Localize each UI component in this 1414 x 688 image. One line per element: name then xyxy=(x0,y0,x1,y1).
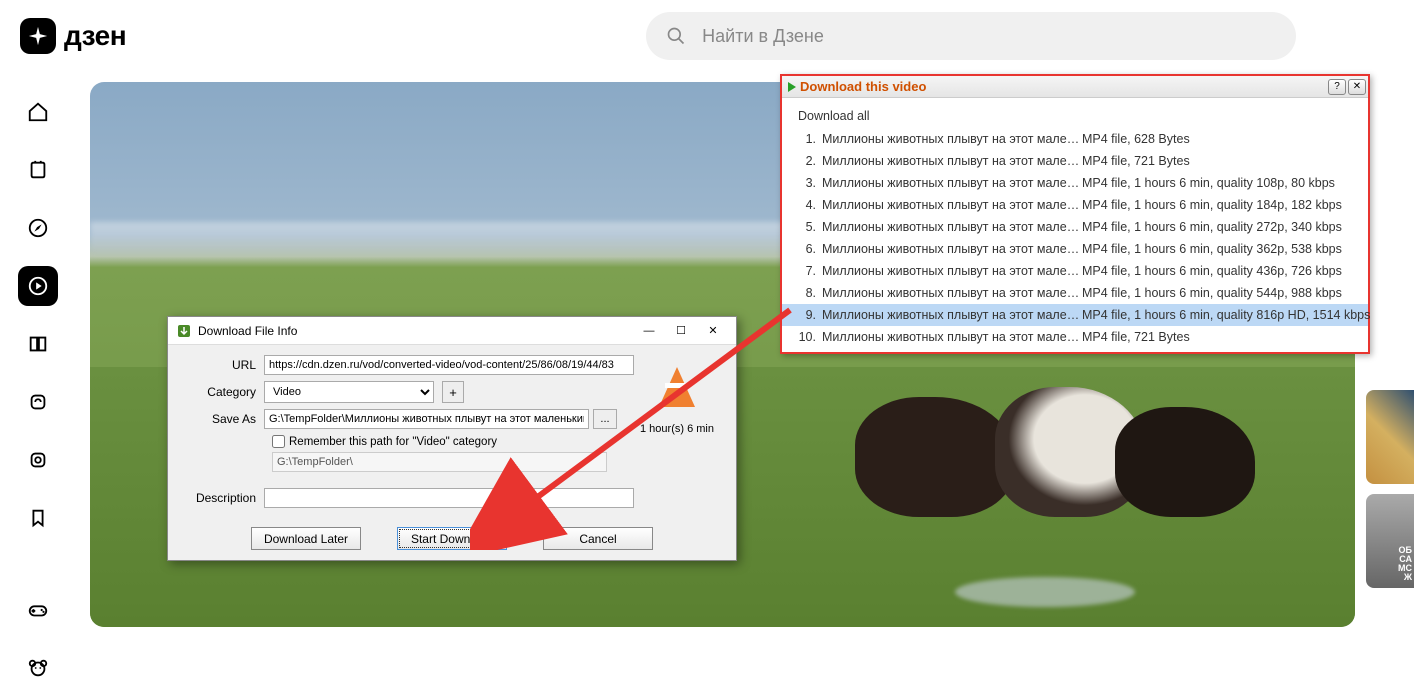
idm-list-item[interactable]: 3.Миллионы животных плывут на этот мален… xyxy=(782,172,1368,194)
sidebar-home[interactable] xyxy=(18,92,58,132)
sidebar-news[interactable] xyxy=(18,150,58,190)
start-download-button[interactable]: Start Download xyxy=(397,527,507,550)
idm-popup-title: Download this video xyxy=(800,79,1326,94)
cancel-button[interactable]: Cancel xyxy=(543,527,653,550)
close-button[interactable]: ✕ xyxy=(698,321,728,341)
idm-list-item[interactable]: 2.Миллионы животных плывут на этот мален… xyxy=(782,150,1368,172)
sidebar-shorts[interactable] xyxy=(18,440,58,480)
category-label: Category xyxy=(180,385,264,399)
play-icon xyxy=(788,82,796,92)
sidebar-kids[interactable] xyxy=(18,648,58,688)
sidebar-explore[interactable] xyxy=(18,208,58,248)
search-placeholder: Найти в Дзене xyxy=(702,26,824,47)
idm-close-button[interactable]: ✕ xyxy=(1348,79,1366,95)
idm-download-all[interactable]: Download all xyxy=(782,102,1368,128)
sidebar-games[interactable] xyxy=(18,590,58,630)
video-content-herd xyxy=(855,357,1315,537)
saveas-input[interactable] xyxy=(264,409,589,429)
idm-popup-titlebar: Download this video ? ✕ xyxy=(782,76,1368,98)
idm-list-item[interactable]: 7.Миллионы животных плывут на этот мален… xyxy=(782,260,1368,282)
logo[interactable]: дзен xyxy=(20,18,126,54)
minimize-button[interactable]: — xyxy=(634,321,664,341)
idm-list-item[interactable]: 5.Миллионы животных плывут на этот мален… xyxy=(782,216,1368,238)
idm-list-item[interactable]: 10.Миллионы животных плывут на этот мале… xyxy=(782,326,1368,348)
browse-button[interactable]: ... xyxy=(593,409,617,429)
description-label: Description xyxy=(180,491,264,505)
remember-checkbox[interactable] xyxy=(272,435,285,448)
thumb-1[interactable] xyxy=(1366,390,1414,484)
idm-list-item[interactable]: 8.Миллионы животных плывут на этот мален… xyxy=(782,282,1368,304)
search-icon xyxy=(666,26,686,46)
saveas-label: Save As xyxy=(180,412,264,426)
url-input[interactable] xyxy=(264,355,634,375)
sidebar-video[interactable] xyxy=(18,266,58,306)
dialog-titlebar: Download File Info — ☐ ✕ xyxy=(168,317,736,345)
thumb-2[interactable] xyxy=(1366,494,1414,588)
maximize-button[interactable]: ☐ xyxy=(666,321,696,341)
sidebar-bookmark[interactable] xyxy=(18,498,58,538)
right-thumbnails xyxy=(1366,390,1414,588)
sidebar xyxy=(0,72,76,688)
idm-app-icon xyxy=(176,323,192,339)
idm-list-item[interactable]: 9.Миллионы животных плывут на этот мален… xyxy=(782,304,1368,326)
idm-list-item[interactable]: 6.Миллионы животных плывут на этот мален… xyxy=(782,238,1368,260)
sidebar-books[interactable] xyxy=(18,324,58,364)
path-readonly xyxy=(272,452,607,472)
add-category-button[interactable]: + xyxy=(442,381,464,403)
file-duration: 1 hour(s) 6 min xyxy=(632,423,722,435)
vlc-icon xyxy=(655,367,699,417)
logo-text: дзен xyxy=(64,20,126,52)
idm-help-button[interactable]: ? xyxy=(1328,79,1346,95)
remember-label: Remember this path for "Video" category xyxy=(289,436,497,448)
url-label: URL xyxy=(180,358,264,372)
idm-list-item[interactable]: 1.Миллионы животных плывут на этот мален… xyxy=(782,128,1368,150)
sidebar-music[interactable] xyxy=(18,382,58,422)
idm-download-popup: Download this video ? ✕ Download all 1.М… xyxy=(780,74,1370,354)
logo-star-icon xyxy=(20,18,56,54)
dialog-title: Download File Info xyxy=(198,324,632,338)
search-input[interactable]: Найти в Дзене xyxy=(646,12,1296,60)
header: дзен Найти в Дзене xyxy=(0,0,1414,72)
download-later-button[interactable]: Download Later xyxy=(251,527,361,550)
idm-file-info-dialog: Download File Info — ☐ ✕ URL Category Vi… xyxy=(167,316,737,561)
file-preview: 1 hour(s) 6 min xyxy=(632,367,722,435)
category-select[interactable]: Video xyxy=(264,381,434,403)
idm-list-item[interactable]: 4.Миллионы животных плывут на этот мален… xyxy=(782,194,1368,216)
description-input[interactable] xyxy=(264,488,634,508)
idm-download-list: Download all 1.Миллионы животных плывут … xyxy=(782,98,1368,352)
